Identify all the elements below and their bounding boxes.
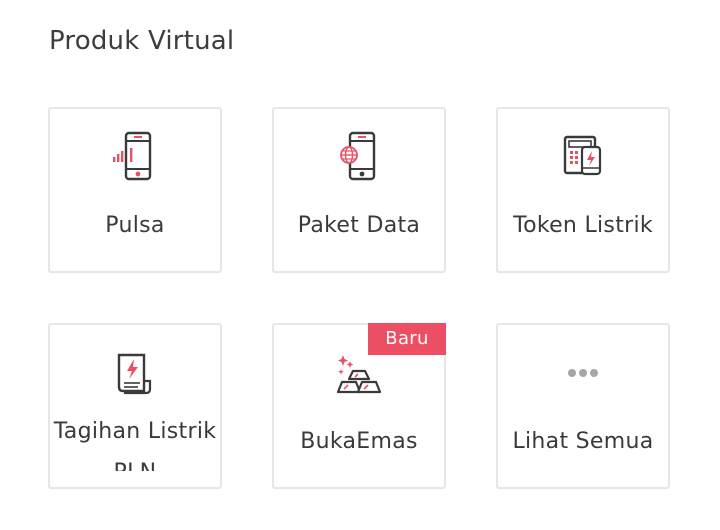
product-card-pulsa[interactable]: Pulsa: [48, 107, 222, 273]
product-label-token-listrik: Token Listrik: [513, 213, 653, 238]
product-card-tagihan-listrik-pln[interactable]: Tagihan Listrik PLN: [48, 323, 222, 489]
product-label-paket-data: Paket Data: [297, 213, 421, 238]
product-label-lihat-semua: Lihat Semua: [512, 429, 654, 454]
product-label-pulsa: Pulsa: [105, 213, 165, 238]
more-dots-icon: [558, 347, 608, 401]
product-label-tagihan-listrik-pln: Tagihan Listrik PLN: [53, 419, 217, 471]
product-card-token-listrik[interactable]: Token Listrik: [496, 107, 670, 273]
meter-token-icon: [558, 131, 608, 185]
electric-bill-icon: [110, 347, 160, 401]
phone-signal-icon: [110, 131, 160, 185]
product-label-bukaemas: BukaEmas: [300, 429, 418, 454]
product-card-paket-data[interactable]: Paket Data: [272, 107, 446, 273]
section-title: Produk Virtual: [49, 26, 235, 56]
gold-bars-icon: [334, 347, 384, 401]
product-card-lihat-semua[interactable]: Lihat Semua: [496, 323, 670, 489]
product-card-bukaemas[interactable]: Baru BukaEmas: [272, 323, 446, 489]
phone-globe-icon: [334, 131, 384, 185]
